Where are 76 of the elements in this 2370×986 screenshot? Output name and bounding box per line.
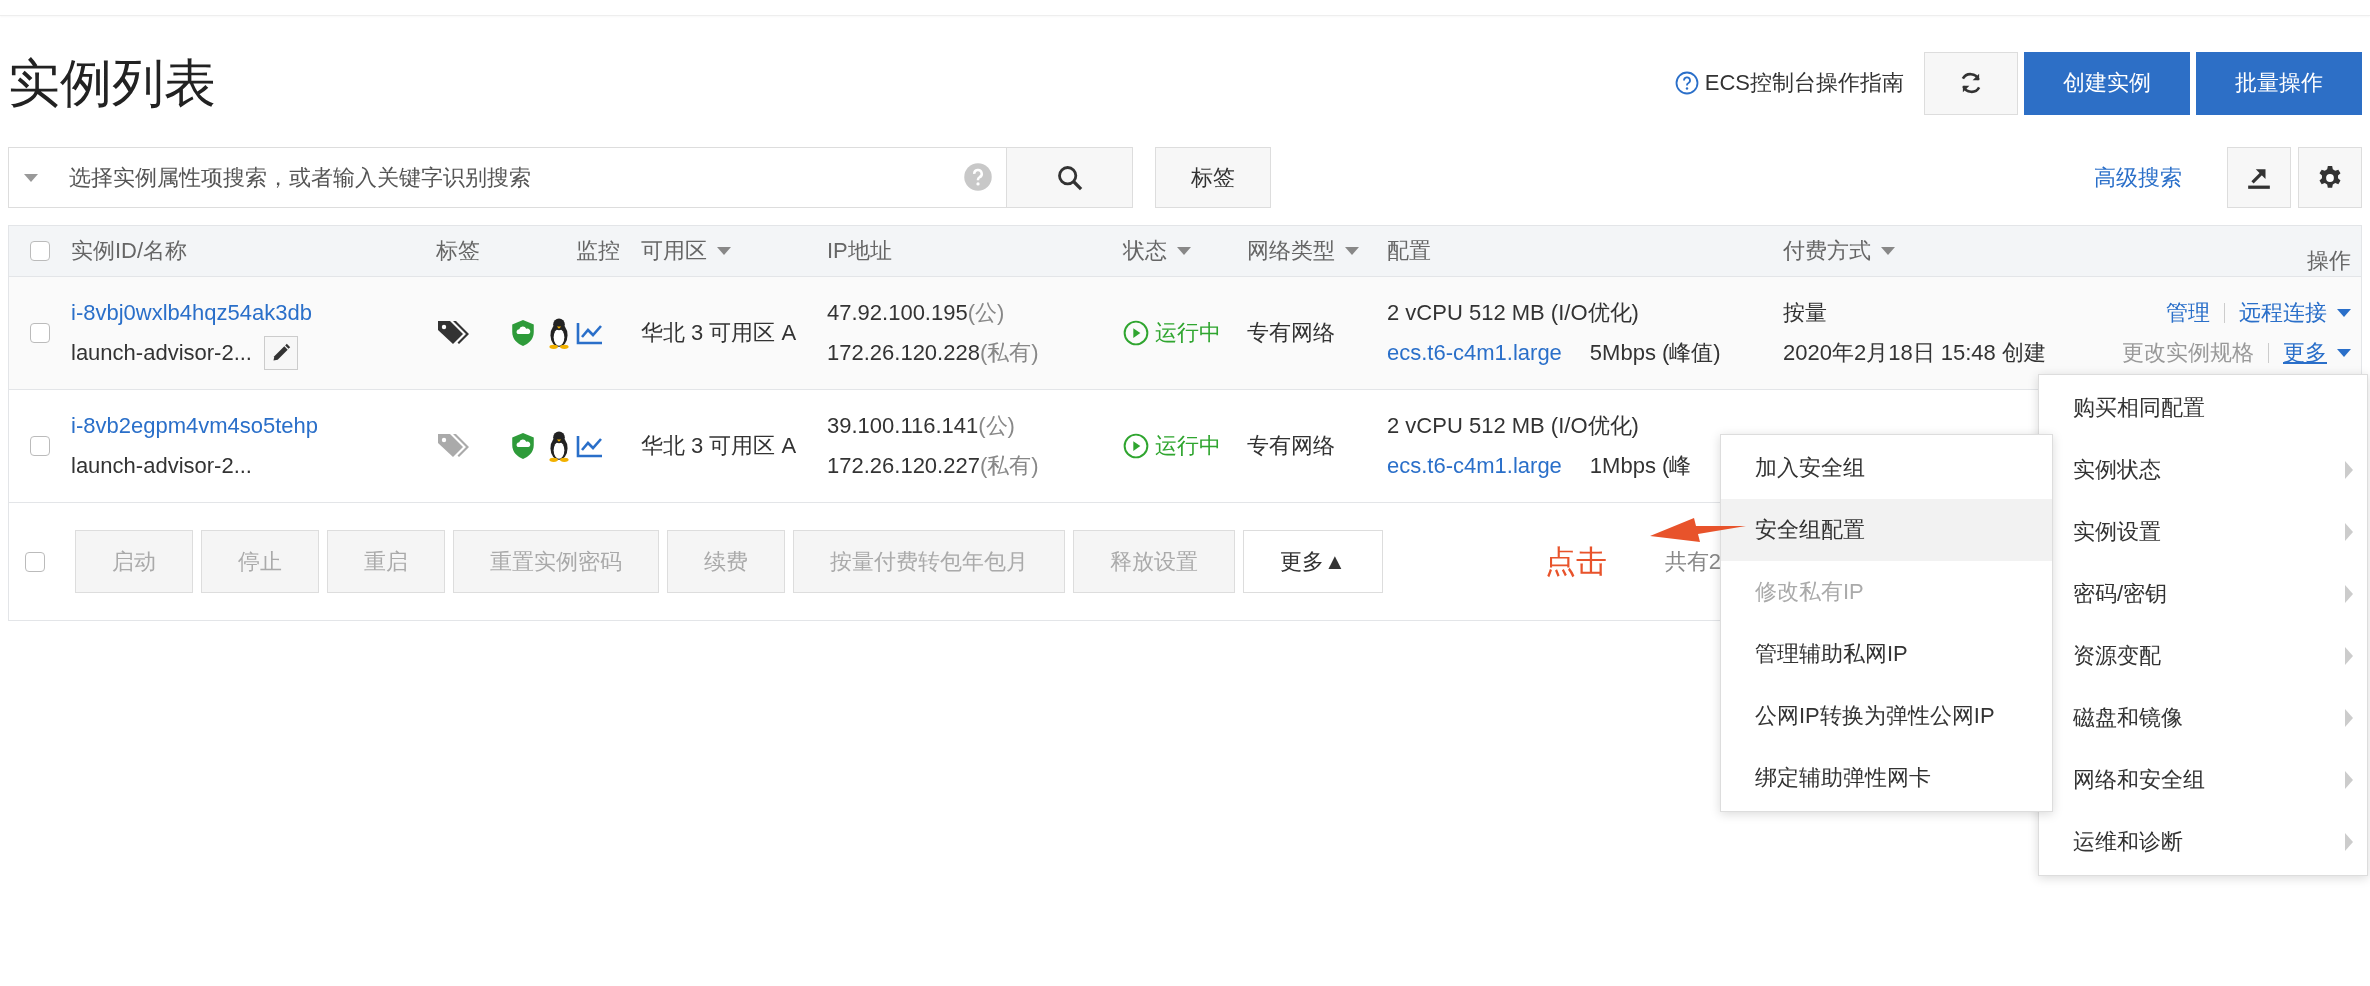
ip-type: (私有) <box>979 339 1039 367</box>
help-icon <box>963 162 993 192</box>
checkbox[interactable] <box>25 551 45 572</box>
created-time: 2020年2月18日 15:48 创建 <box>1783 339 2046 367</box>
column-header: 状态 <box>1123 237 1167 265</box>
private-ip: 172.26.120.227 <box>827 453 980 479</box>
primary-button[interactable]: 创建实例 <box>2024 51 2190 115</box>
edit-button[interactable] <box>264 336 298 370</box>
column-header: 标签 <box>436 237 480 265</box>
instance-type-link[interactable]: ecs.t6-c4m1.large <box>1387 453 1562 479</box>
tag-button[interactable]: 标签 <box>1155 147 1271 208</box>
instance-id-link[interactable]: i-8vb2egpm4vm4so5tehp <box>71 413 319 439</box>
play-circle-icon <box>1123 320 1149 346</box>
spec-text: 2 vCPU 512 MB (I/O优化) <box>1387 412 1639 440</box>
action-link[interactable]: 更多 <box>2283 338 2351 368</box>
private-ip: 172.26.120.228 <box>827 340 980 366</box>
zone-text: 华北 3 可用区 A <box>641 319 797 347</box>
column-header: 可用区 <box>641 237 707 265</box>
column-header: 操作 <box>2307 247 2351 275</box>
pencil-icon <box>271 343 291 363</box>
menu-item[interactable]: 运维和诊断 <box>2039 811 2367 873</box>
action-link[interactable]: 管理 <box>2166 298 2210 328</box>
caret-icon <box>2337 349 2351 357</box>
search-button[interactable] <box>1007 147 1133 208</box>
export-button[interactable] <box>2227 147 2291 208</box>
line-chart-icon <box>576 434 604 458</box>
advanced-search-link[interactable]: 高级搜索 <box>2094 162 2182 193</box>
search-field[interactable]: 选择实例属性项搜索，或者输入关键字识别搜索 <box>8 147 1007 208</box>
total-count: 共有2 <box>1664 547 1722 576</box>
checkbox[interactable] <box>30 323 50 343</box>
settings-button[interactable] <box>2298 147 2362 208</box>
annotation-text: 点击 <box>1544 542 1607 581</box>
network-type: 专有网络 <box>1247 319 1335 347</box>
shield-icon <box>510 319 536 347</box>
checkbox[interactable] <box>30 241 50 261</box>
instance-id-link[interactable]: i-8vbj0wxlb4hqz54ak3db <box>71 300 312 326</box>
help-icon <box>1674 71 1699 95</box>
status-text: 运行中 <box>1155 432 1221 460</box>
column-header: 付费方式 <box>1783 237 1871 265</box>
play-circle-icon <box>1123 433 1149 459</box>
ip-type: (公) <box>967 299 1005 327</box>
status-text: 运行中 <box>1155 319 1221 347</box>
column-header: 配置 <box>1387 237 1431 265</box>
refresh-button[interactable] <box>1924 51 2018 115</box>
checkbox[interactable] <box>30 436 50 456</box>
batch-button[interactable]: 更多▲ <box>1243 530 1383 593</box>
public-ip: 39.100.116.141 <box>827 413 979 439</box>
page-title: 实例列表 <box>8 57 216 109</box>
action-link[interactable]: 远程连接 <box>2239 298 2351 328</box>
line-chart-icon <box>576 321 604 345</box>
shield-icon <box>510 432 536 460</box>
instance-name: launch-advisor-2... <box>71 453 252 479</box>
caret-icon <box>24 174 38 182</box>
public-ip: 47.92.100.195 <box>827 300 968 326</box>
bandwidth-text: 1Mbps (峰 <box>1589 452 1692 480</box>
primary-button[interactable]: 批量操作 <box>2196 51 2362 115</box>
settings-icon <box>2317 164 2343 191</box>
instance-name: launch-advisor-2... <box>71 340 252 366</box>
spec-text: 2 vCPU 512 MB (I/O优化) <box>1387 299 1639 327</box>
column-header: 网络类型 <box>1247 237 1335 265</box>
ip-type: (公) <box>978 412 1015 440</box>
menu-item[interactable]: 安全组配置 <box>1721 499 2052 561</box>
search-icon <box>1055 163 1084 192</box>
instance-type-link[interactable]: ecs.t6-c4m1.large <box>1387 340 1562 366</box>
caret-icon <box>2337 309 2351 317</box>
network-type: 专有网络 <box>1247 432 1335 460</box>
bandwidth-text: 5Mbps (峰值) <box>1589 339 1721 367</box>
column-header: IP地址 <box>827 237 892 265</box>
zone-text: 华北 3 可用区 A <box>641 432 797 460</box>
guide-text: ECS控制台操作指南 <box>1704 69 1904 97</box>
menu-item[interactable]: 购买相同配置 <box>2039 377 2367 439</box>
billing-text: 按量 <box>1783 299 1827 327</box>
column-header: 实例ID/名称 <box>71 237 188 265</box>
ip-type: (私有) <box>979 452 1039 480</box>
guide-link[interactable]: ECS控制台操作指南 <box>1674 68 1904 98</box>
column-header: 监控 <box>576 237 620 265</box>
